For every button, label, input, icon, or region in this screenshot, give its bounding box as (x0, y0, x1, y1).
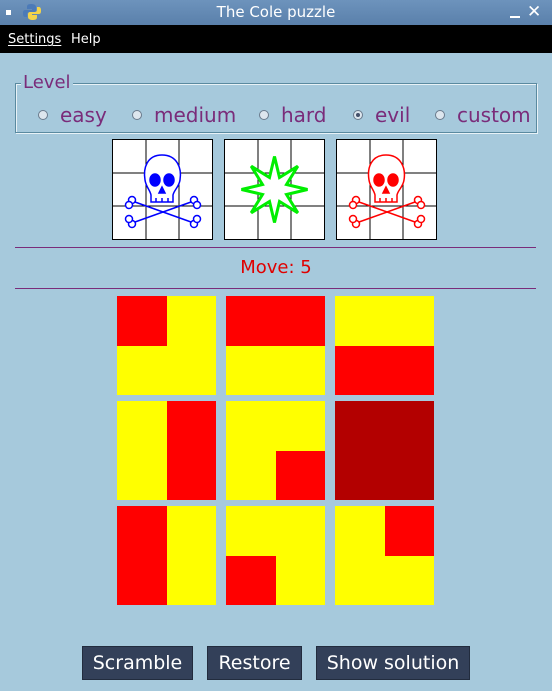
radio-indicator (435, 110, 445, 120)
tile-quadrant (226, 450, 276, 500)
tile-quadrant (384, 555, 434, 605)
title-bar: The Cole puzzle ✕ (0, 0, 552, 25)
star-burst-icon (225, 140, 324, 239)
puzzle-tile[interactable] (226, 506, 325, 605)
puzzle-tile[interactable] (117, 296, 216, 395)
radio-indicator (353, 110, 363, 120)
tile-quadrant (384, 401, 434, 451)
level-radio-easy[interactable]: easy (38, 103, 107, 127)
tile-quadrant (226, 506, 276, 556)
tile-quadrant (226, 401, 276, 451)
tile-quadrant (335, 555, 385, 605)
restore-button[interactable]: Restore (207, 646, 302, 680)
window-title: The Cole puzzle (216, 3, 336, 21)
tile-quadrant (384, 506, 434, 556)
tile-quadrant (335, 345, 385, 395)
tile-quadrant (335, 506, 385, 556)
tile-quadrant (226, 296, 276, 346)
radio-indicator (38, 110, 48, 120)
tile-quadrant (275, 345, 325, 395)
level-label: evil (375, 103, 411, 127)
puzzle-tile[interactable] (335, 401, 434, 500)
level-label: easy (60, 103, 107, 127)
skull-crossbones-icon (113, 140, 212, 239)
target-pattern-green-star[interactable] (224, 139, 325, 240)
tile-quadrant (117, 345, 167, 395)
tile-quadrant (117, 450, 167, 500)
level-label: medium (154, 103, 237, 127)
divider (15, 247, 536, 248)
tile-quadrant (275, 555, 325, 605)
level-label: hard (281, 103, 327, 127)
close-icon[interactable]: ✕ (527, 2, 541, 22)
tile-quadrant (226, 345, 276, 395)
level-group: Level easy medium hard evil custom (15, 73, 537, 133)
level-radio-medium[interactable]: medium (132, 103, 237, 127)
tile-quadrant (384, 450, 434, 500)
tile-quadrant (275, 401, 325, 451)
tile-quadrant (166, 555, 216, 605)
menu-bar: Settings Help (0, 25, 552, 53)
menu-help-label: Help (71, 32, 101, 47)
tile-quadrant (335, 296, 385, 346)
menu-settings[interactable]: Settings (8, 32, 61, 47)
radio-indicator (132, 110, 142, 120)
tile-quadrant (117, 296, 167, 346)
scramble-button[interactable]: Scramble (82, 646, 193, 680)
tile-quadrant (226, 555, 276, 605)
level-radio-hard[interactable]: hard (259, 103, 327, 127)
tile-quadrant (117, 401, 167, 451)
puzzle-tile[interactable] (335, 506, 434, 605)
tile-quadrant (335, 450, 385, 500)
tile-quadrant (166, 345, 216, 395)
menu-help[interactable]: Help (71, 32, 101, 47)
tile-quadrant (117, 555, 167, 605)
skull-crossbones-icon (337, 140, 436, 239)
level-radio-custom[interactable]: custom (435, 103, 531, 127)
tile-quadrant (166, 401, 216, 451)
level-legend: Level (21, 72, 73, 93)
tile-quadrant (384, 296, 434, 346)
tile-quadrant (166, 450, 216, 500)
puzzle-tile[interactable] (226, 401, 325, 500)
puzzle-tile[interactable] (117, 401, 216, 500)
level-radio-evil[interactable]: evil (353, 103, 411, 127)
puzzle-tile[interactable] (335, 296, 434, 395)
tile-quadrant (384, 345, 434, 395)
tile-quadrant (166, 296, 216, 346)
level-label: custom (457, 103, 531, 127)
move-counter: Move: 5 (240, 257, 312, 278)
target-pattern-blue-skull[interactable] (112, 139, 213, 240)
show-solution-button[interactable]: Show solution (316, 646, 470, 680)
tile-quadrant (275, 506, 325, 556)
tile-quadrant (166, 506, 216, 556)
tile-quadrant (335, 401, 385, 451)
divider (15, 288, 536, 289)
radio-indicator (259, 110, 269, 120)
puzzle-tile[interactable] (117, 506, 216, 605)
tile-quadrant (117, 506, 167, 556)
menu-settings-label: Settings (8, 32, 62, 47)
tile-quadrant (275, 450, 325, 500)
target-pattern-red-skull[interactable] (336, 139, 437, 240)
puzzle-tile[interactable] (226, 296, 325, 395)
minimize-icon[interactable] (510, 16, 520, 18)
tile-quadrant (275, 296, 325, 346)
